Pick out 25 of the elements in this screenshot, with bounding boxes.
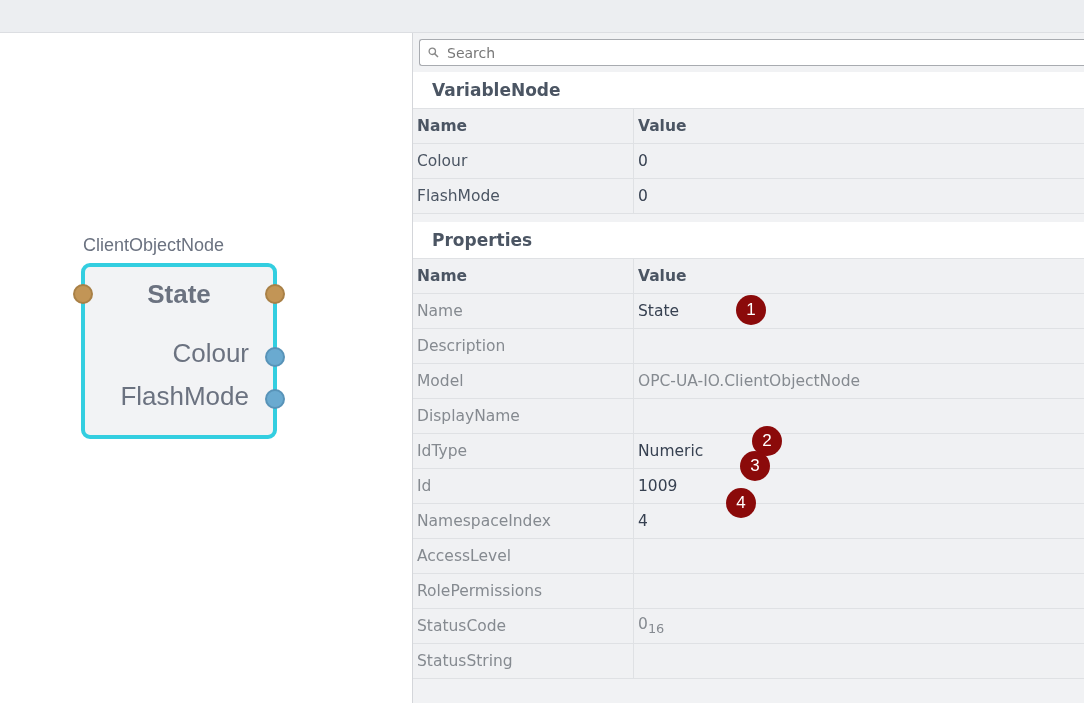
section-title: VariableNode bbox=[432, 80, 561, 100]
property-value: OPC-UA-IO.ClientObjectNode bbox=[637, 372, 861, 390]
search-field[interactable]: Search bbox=[419, 39, 1084, 66]
output-label: Colour bbox=[172, 338, 249, 369]
property-name: StatusString bbox=[413, 644, 634, 678]
node-type-label: ClientObjectNode bbox=[83, 235, 225, 256]
property-value[interactable]: 0 bbox=[634, 152, 648, 170]
property-value[interactable]: State bbox=[634, 302, 680, 320]
output-label: FlashMode bbox=[120, 381, 249, 412]
column-header: Value bbox=[637, 117, 687, 135]
node-title: State bbox=[147, 279, 211, 310]
output-port[interactable] bbox=[265, 347, 285, 367]
column-header: Value bbox=[637, 267, 687, 285]
search-icon bbox=[428, 47, 439, 58]
property-value: 0$_{16}$ bbox=[637, 615, 665, 637]
property-name: FlashMode bbox=[413, 179, 634, 213]
section-title: Properties bbox=[432, 230, 533, 250]
property-value[interactable]: 4 bbox=[634, 512, 648, 530]
output-port[interactable] bbox=[265, 284, 285, 304]
node-card[interactable]: State Colour FlashMode bbox=[81, 263, 277, 439]
output-port[interactable] bbox=[265, 389, 285, 409]
property-value[interactable]: 1009 bbox=[634, 477, 678, 495]
property-value[interactable]: 0 bbox=[634, 187, 648, 205]
property-value[interactable]: Numeric bbox=[634, 442, 704, 460]
input-port[interactable] bbox=[73, 284, 93, 304]
